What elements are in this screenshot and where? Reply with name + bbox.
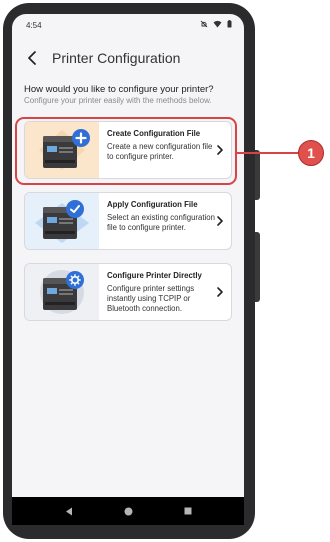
notifications-off-icon <box>200 20 208 28</box>
app-screen: 4:54 Printer Configuration How would you… <box>12 14 244 500</box>
printer-illustration <box>25 193 99 249</box>
intro-question: How would you like to configure your pri… <box>24 84 214 95</box>
power-button <box>255 232 260 302</box>
chevron-right-icon <box>217 287 223 297</box>
option-title: Configure Printer Directly <box>107 271 202 280</box>
nav-recents-button[interactable] <box>182 505 194 517</box>
option-configure-printer-directly[interactable]: Configure Printer Directly Configure pri… <box>24 263 232 321</box>
chevron-right-icon <box>217 216 223 226</box>
volume-button <box>255 150 260 200</box>
option-apply-config-file[interactable]: Apply Configuration File Select an exist… <box>24 192 232 250</box>
intro-subtitle: Configure your printer easily with the m… <box>24 96 212 105</box>
triangle-back-icon <box>66 507 72 515</box>
option-description: Select an existing configuration file to… <box>107 213 215 232</box>
status-icons <box>200 20 232 28</box>
circle-home-icon <box>124 507 132 515</box>
app-bar: Printer Configuration <box>12 44 244 72</box>
nav-back-button[interactable] <box>63 505 75 517</box>
printer-illustration <box>25 264 99 320</box>
annotation-leader-line <box>237 152 299 154</box>
status-bar: 4:54 <box>12 14 244 38</box>
option-title: Apply Configuration File <box>107 200 198 209</box>
square-recents-icon <box>184 507 192 515</box>
option-description: Configure printer settings instantly usi… <box>107 284 195 313</box>
annotation-highlight <box>15 117 237 185</box>
page-title: Printer Configuration <box>52 50 181 66</box>
nav-home-button[interactable] <box>122 505 134 517</box>
status-time: 4:54 <box>26 21 42 30</box>
back-arrow-icon <box>28 51 36 65</box>
gear-icon <box>69 274 81 286</box>
back-button[interactable] <box>22 47 42 69</box>
check-icon <box>70 205 80 213</box>
wifi-icon <box>213 20 222 28</box>
navigation-bar <box>12 497 244 525</box>
annotation-callout: 1 <box>298 140 324 166</box>
battery-icon <box>227 20 232 28</box>
